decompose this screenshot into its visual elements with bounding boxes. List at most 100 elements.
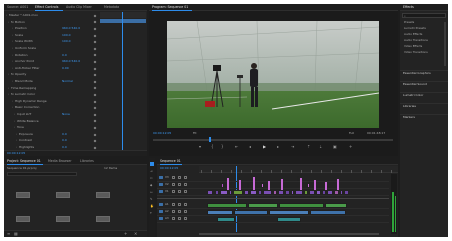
- keyframe-icon[interactable]: [93, 80, 97, 84]
- bin-thumbnail[interactable]: [96, 192, 110, 198]
- keyframe-icon[interactable]: [93, 126, 97, 130]
- bin-thumbnail[interactable]: [16, 216, 30, 222]
- ec-row-toggle[interactable]: ›: [12, 79, 13, 84]
- tab-effects[interactable]: Effects: [403, 5, 414, 10]
- keyframe-icon[interactable]: [93, 93, 97, 97]
- title-clip[interactable]: [325, 182, 327, 190]
- title-clip[interactable]: [337, 179, 339, 190]
- track-eye-icon[interactable]: [178, 210, 181, 213]
- track-mute-icon[interactable]: [184, 203, 187, 206]
- video-clip[interactable]: [316, 190, 321, 195]
- side-section-tab[interactable]: Essential Graphics: [403, 71, 431, 76]
- keyframe-icon[interactable]: [93, 47, 97, 51]
- icon-view-icon[interactable]: ▦: [14, 232, 18, 236]
- title-clip[interactable]: [253, 177, 255, 190]
- keyframe-icon[interactable]: [93, 40, 97, 44]
- timeline-timecode[interactable]: 00:00:12:05: [160, 166, 178, 171]
- video-clip[interactable]: [309, 190, 315, 195]
- video-clip[interactable]: [297, 176, 299, 181]
- ec-row-toggle[interactable]: ›: [12, 66, 13, 71]
- effects-scrollbar[interactable]: [444, 22, 446, 66]
- track-lock-icon[interactable]: [172, 203, 175, 206]
- slip-icon[interactable]: ↔: [150, 190, 153, 194]
- track-lock-icon[interactable]: [172, 217, 175, 220]
- track-eye-icon[interactable]: [178, 203, 181, 206]
- ec-row-value[interactable]: None: [62, 112, 70, 117]
- ec-row-toggle[interactable]: ›: [8, 73, 9, 77]
- track-target-toggle[interactable]: [159, 190, 163, 193]
- audio-clip[interactable]: [310, 210, 346, 215]
- delete-icon[interactable]: ✕: [134, 232, 137, 236]
- track-mute-icon[interactable]: [184, 183, 187, 186]
- ec-playhead[interactable]: [122, 12, 123, 152]
- track-target-toggle[interactable]: [159, 176, 163, 179]
- ec-row-toggle[interactable]: ›: [12, 60, 13, 64]
- quality-dropdown[interactable]: Full: [349, 131, 354, 136]
- ec-row-toggle[interactable]: ›: [16, 132, 17, 137]
- track-lock-icon[interactable]: [172, 183, 175, 186]
- video-clip[interactable]: [221, 183, 224, 188]
- tab-metadata[interactable]: Metadata: [104, 5, 119, 10]
- effects-tree-item[interactable]: Video Transitions: [404, 50, 428, 55]
- program-timecode[interactable]: 00:00:12:05: [153, 131, 171, 136]
- keyframe-icon[interactable]: [93, 60, 97, 64]
- video-clip[interactable]: [283, 183, 285, 188]
- video-clip[interactable]: [278, 190, 284, 195]
- side-section-tab[interactable]: Essential Sound: [403, 82, 427, 87]
- ec-timecode[interactable]: 00:00:12:05: [7, 151, 25, 156]
- track-target-toggle[interactable]: [159, 217, 163, 220]
- track-target-toggle[interactable]: [159, 183, 163, 186]
- bin-thumbnail[interactable]: [96, 216, 110, 222]
- side-section-tab[interactable]: Libraries: [403, 104, 416, 109]
- video-clip[interactable]: [307, 183, 310, 188]
- mark-out-icon[interactable]: }: [221, 145, 224, 149]
- bin-thumbnail[interactable]: [56, 216, 70, 222]
- track-eye-icon[interactable]: [178, 176, 181, 179]
- video-clip[interactable]: [291, 190, 294, 195]
- video-clip[interactable]: [304, 190, 308, 195]
- keyframe-icon[interactable]: [93, 119, 97, 123]
- button-editor-icon[interactable]: +: [349, 145, 352, 149]
- ec-row-value[interactable]: 960.0 540.0: [62, 27, 80, 31]
- keyframe-icon[interactable]: [93, 100, 97, 104]
- go-to-in-icon[interactable]: ⇤: [235, 145, 238, 149]
- ec-row-toggle[interactable]: ›: [16, 139, 17, 143]
- track-select-icon[interactable]: ⇥: [150, 169, 153, 173]
- ec-row-toggle[interactable]: ›: [8, 20, 9, 25]
- video-clip[interactable]: [215, 190, 219, 195]
- title-clip[interactable]: [281, 179, 283, 190]
- track-mute-icon[interactable]: [184, 176, 187, 179]
- ec-row-value[interactable]: 100.0: [62, 33, 71, 38]
- type-icon[interactable]: T: [150, 211, 152, 215]
- ec-row-toggle[interactable]: ›: [12, 53, 13, 58]
- step-back-icon[interactable]: ◂: [249, 145, 251, 149]
- track-target-toggle[interactable]: [159, 210, 163, 213]
- effects-tree-item[interactable]: Presets: [404, 20, 414, 25]
- title-clip[interactable]: [268, 181, 270, 190]
- track-mute-icon[interactable]: [184, 190, 187, 193]
- audio-clip[interactable]: [207, 203, 247, 208]
- ec-row-value[interactable]: 0.0: [62, 139, 67, 143]
- track-lock-icon[interactable]: [172, 176, 175, 179]
- audio-clip[interactable]: [248, 203, 278, 208]
- audio-clip[interactable]: [277, 217, 301, 222]
- add-marker-icon[interactable]: ▾: [199, 145, 201, 149]
- track-lock-icon[interactable]: [172, 190, 175, 193]
- ec-row-toggle[interactable]: ›: [12, 27, 13, 31]
- track-eye-icon[interactable]: [178, 183, 181, 186]
- ripple-edit-icon[interactable]: ⇔: [150, 176, 153, 180]
- fit-dropdown[interactable]: Fit: [193, 131, 197, 136]
- keyframe-icon[interactable]: [93, 86, 97, 90]
- razor-icon[interactable]: ◆: [150, 183, 152, 187]
- keyframe-icon[interactable]: [93, 67, 97, 71]
- audio-clip[interactable]: [269, 210, 309, 215]
- keyframe-icon[interactable]: [93, 133, 97, 137]
- tab-libraries[interactable]: Libraries: [80, 159, 94, 164]
- video-clip[interactable]: [327, 190, 333, 195]
- ec-row-toggle[interactable]: ›: [8, 93, 9, 97]
- project-search[interactable]: [7, 172, 77, 176]
- effects-search[interactable]: ⌕: [402, 13, 446, 18]
- ec-row-value[interactable]: Normal: [62, 79, 73, 84]
- track-mute-icon[interactable]: [184, 217, 187, 220]
- video-clip[interactable]: [273, 190, 277, 195]
